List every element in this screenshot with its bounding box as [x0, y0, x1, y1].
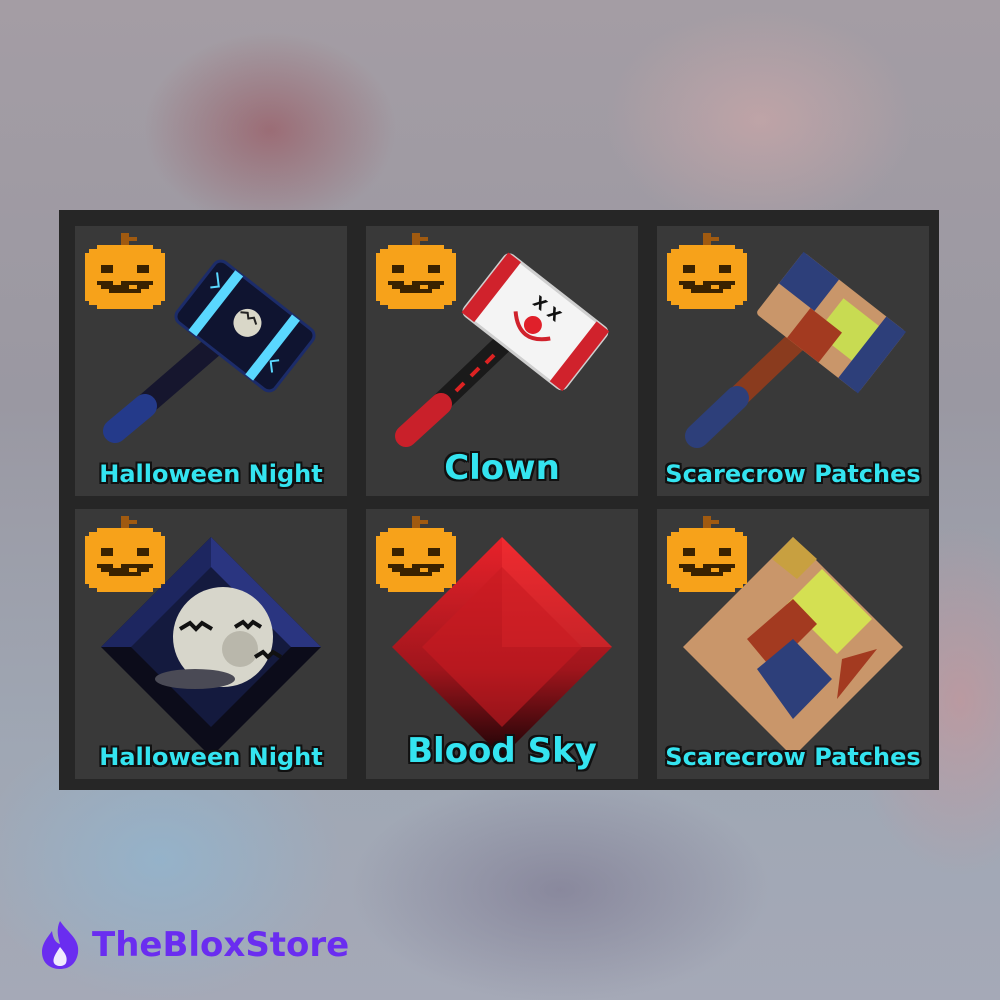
pumpkin-icon — [372, 232, 460, 314]
item-label: Blood Sky — [407, 731, 597, 771]
brand-name: TheBloxStore — [92, 925, 350, 965]
pumpkin-icon — [372, 515, 460, 597]
item-label: Halloween Night — [99, 460, 323, 488]
item-card-scarecrow-patches-gem[interactable]: Scarecrow Patches — [657, 509, 929, 779]
item-card-blood-sky-gem[interactable]: Blood Sky — [366, 509, 638, 779]
item-card-scarecrow-patches-hammer[interactable]: Scarecrow Patches — [657, 226, 929, 496]
item-grid-panel: Halloween Night X X Clown Scarecrow Patc… — [59, 210, 939, 790]
item-card-halloween-night-gem[interactable]: Halloween Night — [75, 509, 347, 779]
item-label: Halloween Night — [99, 743, 323, 771]
item-card-halloween-night-hammer[interactable]: Halloween Night — [75, 226, 347, 496]
item-label: Scarecrow Patches — [665, 743, 921, 771]
brand-logo: TheBloxStore — [38, 915, 349, 975]
pumpkin-icon — [663, 515, 751, 597]
pumpkin-icon — [663, 232, 751, 314]
flame-icon — [42, 921, 79, 969]
item-label: Scarecrow Patches — [665, 460, 921, 488]
pumpkin-icon — [81, 232, 169, 314]
item-card-clown-hammer[interactable]: X X Clown — [366, 226, 638, 496]
pumpkin-icon — [81, 515, 169, 597]
item-label: Clown — [444, 448, 560, 488]
